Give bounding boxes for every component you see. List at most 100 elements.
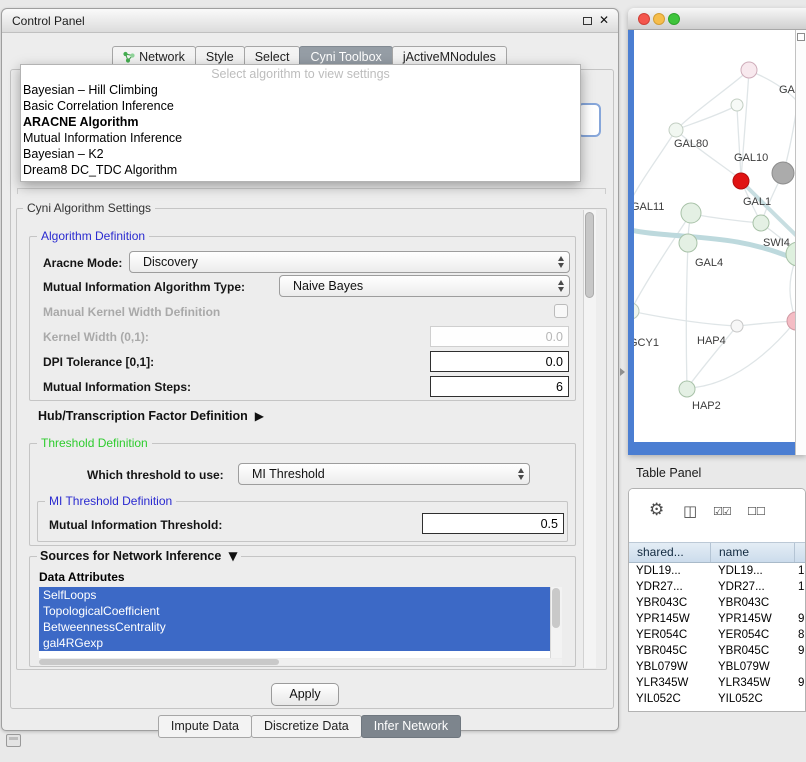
algorithm-option-dream8-dc-tdc-algorithm[interactable]: Dream8 DC_TDC Algorithm (21, 162, 580, 178)
table-row[interactable]: YER054CYER054C8. (629, 627, 805, 643)
tab-label: Network (139, 50, 185, 64)
network-scroll-button[interactable] (797, 33, 805, 41)
settings-scrollbar[interactable] (583, 210, 596, 668)
algorithm-option-bayesian-hill-climbing[interactable]: Bayesian – Hill Climbing (21, 82, 580, 98)
hub-definition-label: Hub/Transcription Factor Definition (38, 409, 248, 423)
network-node[interactable] (679, 234, 697, 252)
algorithm-option-basic-correlation-inference[interactable]: Basic Correlation Inference (21, 98, 580, 114)
tab-label: Select (255, 50, 290, 64)
select-all-icon[interactable]: ☑☑ (713, 505, 731, 518)
algorithm-option-bayesian-k2[interactable]: Bayesian – K2 (21, 146, 580, 162)
aracne-mode-select[interactable]: Discovery (129, 251, 570, 273)
network-canvas[interactable]: GALGAL80GAL10GAL11GAL1SWI4GAL4GCY1HAP4YH… (634, 30, 795, 442)
table-cell: YPR145W (629, 611, 711, 627)
column-layout-icon[interactable]: ◫ (683, 502, 697, 520)
column-header-shared[interactable]: shared... (629, 543, 711, 562)
table-cell: 9. (795, 611, 805, 627)
panel-splitter-handle[interactable] (620, 368, 625, 376)
network-node[interactable] (634, 303, 639, 319)
network-node[interactable] (731, 99, 743, 111)
table-cell: YER054C (711, 627, 795, 643)
close-traffic-light[interactable] (638, 13, 650, 25)
scrollbar-thumb[interactable] (552, 588, 560, 628)
network-node-label: GAL80 (674, 138, 708, 150)
table-row[interactable]: YBR045CYBR045C9. (629, 643, 805, 659)
table-row[interactable]: YDL19...YDL19...13 (629, 563, 805, 579)
network-node[interactable] (669, 123, 683, 137)
data-attribute-item[interactable]: TopologicalCoefficient (39, 603, 550, 619)
kernel-width-field[interactable] (430, 326, 569, 347)
sources-label: Sources for Network Inference (40, 549, 221, 563)
table-row[interactable]: YIL052CYIL052C (629, 691, 805, 707)
network-node-label: GAL1 (743, 196, 771, 208)
table-row[interactable]: YBR043CYBR043C (629, 595, 805, 611)
network-node[interactable] (679, 381, 695, 397)
dpi-tolerance-field[interactable] (430, 351, 569, 372)
covered-panel-edge (17, 188, 606, 194)
scrollbar-thumb[interactable] (585, 212, 594, 298)
data-attributes-list[interactable]: SelfLoopsTopologicalCoefficientBetweenne… (39, 587, 550, 658)
network-node[interactable] (753, 215, 769, 231)
algorithm-definition-title: Algorithm Definition (37, 229, 149, 243)
network-node[interactable] (772, 162, 794, 184)
cyni-algorithm-settings-title: Cyni Algorithm Settings (23, 201, 155, 215)
network-node-label: GAL10 (734, 152, 768, 164)
network-window-titlebar[interactable] (628, 8, 806, 30)
attributes-horizontal-scrollbar[interactable] (39, 659, 562, 665)
deselect-all-icon[interactable]: ☐☐ (747, 505, 765, 518)
network-node-label: GAL11 (634, 201, 664, 213)
column-header-2[interactable] (795, 543, 806, 562)
table-row[interactable]: YDR27...YDR27...12 (629, 579, 805, 595)
manual-kernel-width-checkbox[interactable] (554, 304, 568, 318)
threshold-definition-title: Threshold Definition (37, 436, 152, 450)
mi-algorithm-type-select[interactable]: Naive Bayes (279, 275, 570, 297)
network-edge (692, 214, 760, 223)
minimize-traffic-light[interactable] (653, 13, 665, 25)
zoom-traffic-light[interactable] (668, 13, 680, 25)
network-node[interactable] (787, 312, 795, 330)
tab-label: Discretize Data (264, 719, 349, 733)
network-node[interactable] (733, 173, 749, 189)
which-threshold-select[interactable]: MI Threshold (238, 463, 530, 485)
tab-label: jActiveMNodules (403, 50, 496, 64)
settings-gear-icon[interactable]: ⚙ (649, 500, 664, 520)
control-panel-window: Control Panel ✕ NetworkStyleSelectCyni T… (1, 8, 619, 731)
kernel-width-label: Kernel Width (0,1): (43, 330, 149, 344)
table-cell: YBR045C (711, 643, 795, 659)
mi-steps-field[interactable] (430, 376, 569, 397)
algorithm-option-mutual-information-inference[interactable]: Mutual Information Inference (21, 130, 580, 146)
data-attribute-item[interactable]: gal4RGexp (39, 635, 550, 651)
table-toolbar: ⚙ ◫ ☑☑ ☐☐ (629, 489, 805, 542)
table-row[interactable]: YBL079WYBL079W (629, 659, 805, 675)
network-node-label: GCY1 (634, 337, 659, 349)
column-header-name[interactable]: name (711, 543, 795, 562)
screen: Control Panel ✕ NetworkStyleSelectCyni T… (0, 0, 806, 762)
attributes-vertical-scrollbar[interactable] (550, 587, 562, 658)
network-node[interactable] (681, 203, 701, 223)
data-attribute-item[interactable]: BetweennessCentrality (39, 619, 550, 635)
tab-infer-network[interactable]: Infer Network (361, 715, 461, 738)
algorithm-option-aracne-algorithm[interactable]: ARACNE Algorithm (21, 114, 580, 130)
close-icon[interactable]: ✕ (599, 13, 609, 27)
table-cell (795, 595, 805, 611)
sources-toggle[interactable]: Sources for Network Inference▼ (37, 549, 241, 563)
table-row[interactable]: YPR145WYPR145W9. (629, 611, 805, 627)
table-cell: YDR27... (629, 579, 711, 595)
network-node-label: GAL4 (695, 257, 723, 269)
table-row[interactable]: YLR345WYLR345W9. (629, 675, 805, 691)
scrollbar-thumb[interactable] (39, 659, 279, 665)
data-attribute-item[interactable]: SelfLoops (39, 587, 550, 603)
apply-button[interactable]: Apply (271, 683, 339, 706)
tab-label: Cyni Toolbox (310, 50, 381, 64)
network-node[interactable] (741, 62, 757, 78)
mi-threshold-field[interactable] (422, 513, 564, 534)
table-cell: YBR043C (711, 595, 795, 611)
which-threshold-value: MI Threshold (252, 467, 325, 481)
table-header-row: shared...name (629, 542, 805, 563)
float-window-icon[interactable] (583, 17, 592, 25)
hub-definition-toggle[interactable]: Hub/Transcription Factor Definition▶ (38, 409, 264, 423)
table-cell: 9. (795, 643, 805, 659)
tab-discretize-data[interactable]: Discretize Data (251, 715, 362, 738)
tab-impute-data[interactable]: Impute Data (158, 715, 252, 738)
network-node[interactable] (731, 320, 743, 332)
